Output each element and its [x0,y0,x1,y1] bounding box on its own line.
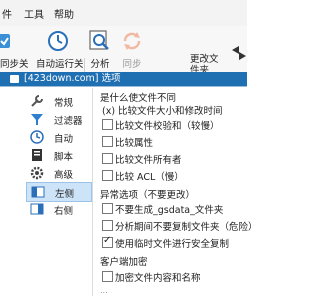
checkbox-box[interactable] [102,235,113,248]
options-panel: 是什么使文件不同 (x) 比较文件大小和修改时间 比较文件校验和（较慢） 比较属… [96,90,258,296]
checkbox-box[interactable] [102,170,113,181]
sync-previous-label: 同步 [0,59,20,70]
nav-item-label: 左侧 [55,189,75,200]
filter-icon [31,114,43,125]
sync-previous-icon [0,34,10,48]
nav-item-auto[interactable]: 自动 [26,128,90,146]
checkbox-box[interactable] [102,271,113,282]
nav-item-label: 常规 [54,98,74,109]
sync-label: 同步 [122,59,142,70]
wrench-icon [31,95,43,107]
checkbox-box[interactable] [102,203,113,214]
checkbox-box[interactable] [102,153,113,164]
nav-item-filters[interactable]: 过滤器 [26,110,90,128]
checkbox-label: 分析期间不要复制文件夹（危险） [115,222,258,233]
nav-item-advanced[interactable]: 高级 [26,164,90,182]
section-heading-difference: 是什么使文件不同 [100,93,177,104]
section-heading-encryption: 客户端加密 [100,257,148,268]
nav-item-label: 右侧 [54,206,74,217]
options-nav: 常规 过滤器 自动 脚本 高级 左侧 右侧 [24,88,93,296]
auto-run-state: 关 [74,59,84,70]
checkbox-label: 比较文件所有者 [115,155,182,166]
sync-previous-button[interactable]: 同步关 [0,28,29,70]
swap-arrows-icon[interactable] [232,46,246,60]
toolbar: 同步关 自动运行关 分析 同步 更改文 件夹 cal [0,26,247,97]
checkbox-box[interactable] [102,119,113,130]
compare-size-time-label: (x) 比较文件大小和修改时间 [102,106,223,117]
right-panel-icon [30,203,44,215]
auto-run-button[interactable]: 自动运行关 [36,28,84,70]
truncated-text: ... [100,286,108,295]
nav-item-general[interactable]: 常规 [26,92,90,110]
nav-item-label: 高级 [54,170,74,181]
clock-icon [30,130,44,144]
menu-bar: 件 工具 帮助 [0,0,247,26]
nav-item-left[interactable]: 左侧 [26,182,92,202]
dialog-app-icon [10,75,19,83]
clock-icon [48,31,68,51]
nav-item-right[interactable]: 右侧 [26,200,90,218]
options-dialog-title: [423down.com] 选项 [24,73,121,84]
checkbox-label: 不要生成_gsdata_文件夹 [115,205,224,216]
menu-item-tools[interactable]: 工具 [24,6,44,21]
gear-icon [30,166,44,180]
nav-item-label: 自动 [54,134,74,145]
checkbox-label: 比较文件校验和（较慢） [115,121,220,132]
left-panel-icon [31,186,45,198]
auto-run-label: 自动运行 [36,59,75,70]
nav-item-label: 脚本 [54,152,74,163]
checkbox-label: 比较 ACL（慢） [115,172,184,183]
script-icon [32,149,42,161]
menu-item-file[interactable]: 件 [2,6,12,21]
options-dialog-titlebar[interactable]: [423down.com] 选项 [0,72,247,86]
menu-item-help[interactable]: 帮助 [54,6,74,21]
sync-previous-state: 关 [19,59,29,70]
checkbox-label: 使用临时文件进行安全复制 [115,239,230,250]
checkbox-label: 加密文件内容和名称 [115,273,201,284]
checkbox-box[interactable] [102,136,113,147]
nav-item-label: 过滤器 [54,116,83,127]
nav-item-script[interactable]: 脚本 [26,146,90,164]
sync-button[interactable]: 同步 [118,28,146,70]
magnifier-icon [89,30,109,50]
section-heading-unusual: 异常选项（不要更改） [100,190,196,201]
checkbox-box[interactable] [102,220,113,231]
checkbox-label: 比较属性 [115,138,154,149]
change-folder-label-line1: 更改文 [190,54,219,65]
refresh-icon [123,32,141,50]
analyze-button[interactable]: 分析 [88,28,112,70]
analyze-label: 分析 [90,59,110,70]
